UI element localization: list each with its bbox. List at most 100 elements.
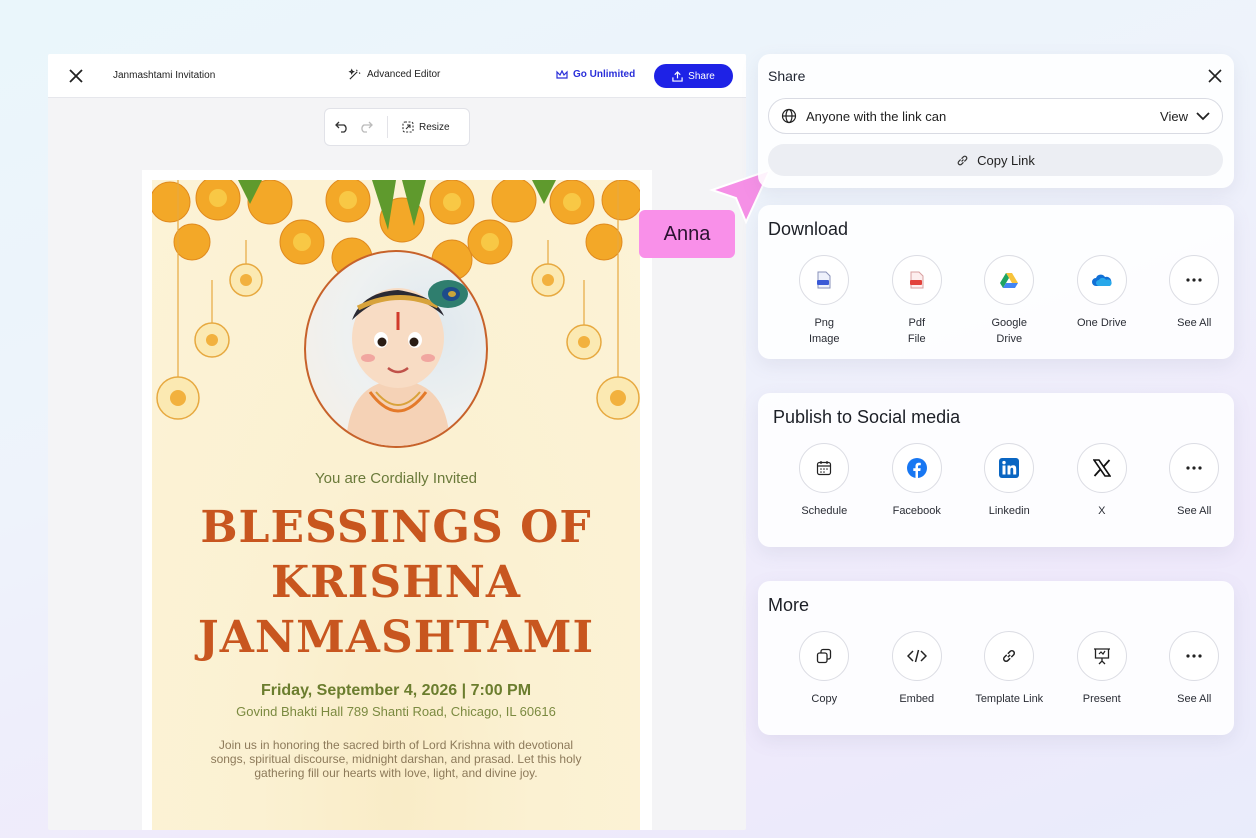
copy-link-label: Copy Link <box>977 152 1035 168</box>
upload-icon <box>672 70 683 82</box>
download-title: Download <box>768 219 849 239</box>
more-icon <box>1186 278 1202 282</box>
share-panel: Share Anyone with the link can View Copy… <box>758 54 1234 188</box>
social-see-all-option[interactable]: See All <box>1148 443 1241 519</box>
download-onedrive-option[interactable]: One Drive <box>1056 255 1149 347</box>
more-panel: More Copy Embed Template Link Present Se… <box>758 581 1234 735</box>
template-link-label: Template Link <box>975 693 1044 705</box>
social-schedule-option[interactable]: Schedule <box>778 443 871 519</box>
event-date: Friday, September 4, 2026 | 7:00 PM <box>260 682 532 699</box>
calendar-icon <box>817 461 832 476</box>
canvas-frame: You are Cordially Invited Blessings of K… <box>142 170 652 830</box>
document-title[interactable]: Janmashtami Invitation <box>113 70 215 81</box>
close-icon[interactable] <box>1208 69 1222 83</box>
see-all-button[interactable] <box>1169 255 1220 305</box>
resize-button[interactable]: Resize <box>402 121 450 133</box>
pdf-label: Pdf File <box>907 317 926 345</box>
invitation-card[interactable]: You are Cordially Invited Blessings of K… <box>152 180 640 830</box>
child-krishna-illustration <box>346 280 468 446</box>
google-drive-label: Google Drive <box>991 317 1027 345</box>
present-button[interactable] <box>1076 631 1127 681</box>
see-all-label: See All <box>1177 693 1212 705</box>
copy-label: Copy <box>811 693 838 705</box>
download-google-drive-option[interactable]: Google Drive <box>963 255 1056 347</box>
template-link-button[interactable] <box>984 631 1035 681</box>
resize-label: Resize <box>419 121 450 133</box>
copy-icon <box>817 648 832 664</box>
embed-label: Embed <box>899 693 935 705</box>
facebook-label: Facebook <box>892 505 941 517</box>
share-button-label: Share <box>688 70 715 82</box>
invitation-headline: Blessings of Krishna Janmashtami <box>152 500 640 665</box>
social-facebook-option[interactable]: Facebook <box>871 443 964 519</box>
download-panel: Download Png Image Pdf File Google Drive… <box>758 205 1234 359</box>
event-description: Join us in honoring the sacred birth of … <box>210 738 582 780</box>
krishna-portrait <box>304 250 488 448</box>
linkedin-button[interactable] <box>984 443 1035 493</box>
pdf-button[interactable] <box>891 255 942 305</box>
x-button[interactable] <box>1076 443 1127 493</box>
see-all-button[interactable] <box>1169 443 1220 493</box>
link-access-select[interactable]: Anyone with the link can View <box>768 98 1223 134</box>
facebook-icon <box>906 458 927 478</box>
linkedin-label: Linkedin <box>988 505 1030 517</box>
more-title: More <box>768 595 810 615</box>
undo-icon[interactable] <box>335 121 349 133</box>
share-panel-title: Share <box>768 68 806 84</box>
copy-link-button[interactable]: Copy Link <box>768 144 1223 176</box>
more-see-all-option[interactable]: See All <box>1148 631 1241 707</box>
schedule-button[interactable] <box>799 443 850 493</box>
present-label: Present <box>1082 693 1121 705</box>
headline-line-3: Janmashtami <box>197 612 595 663</box>
more-copy-option[interactable]: Copy <box>778 631 871 707</box>
chevron-down-icon <box>1196 111 1210 120</box>
google-drive-button[interactable] <box>984 255 1035 305</box>
onedrive-icon <box>1091 274 1112 286</box>
toolbar-divider <box>387 116 388 138</box>
google-drive-icon <box>1000 273 1019 288</box>
copy-button[interactable] <box>799 631 850 681</box>
advanced-editor-label: Advanced Editor <box>367 69 441 80</box>
social-title: Publish to Social media <box>773 407 961 427</box>
more-present-option[interactable]: Present <box>1056 631 1149 707</box>
redo-icon[interactable] <box>359 121 373 133</box>
download-pdf-option[interactable]: Pdf File <box>871 255 964 347</box>
code-icon <box>906 649 927 663</box>
schedule-label: Schedule <box>801 505 848 517</box>
magic-wand-icon <box>348 68 361 80</box>
go-unlimited-label: Go Unlimited <box>573 69 636 80</box>
png-button[interactable] <box>799 255 850 305</box>
onedrive-button[interactable] <box>1076 255 1127 305</box>
png-file-icon <box>817 271 831 289</box>
embed-button[interactable] <box>891 631 942 681</box>
pdf-file-icon <box>909 271 924 289</box>
close-icon[interactable] <box>68 68 84 84</box>
more-embed-option[interactable]: Embed <box>871 631 964 707</box>
editor-panel: Janmashtami Invitation Advanced Editor G… <box>48 54 746 830</box>
social-x-option[interactable]: X <box>1056 443 1149 519</box>
more-template-link-option[interactable]: Template Link <box>963 631 1056 707</box>
headline-line-2: Krishna <box>270 557 522 608</box>
share-button[interactable]: Share <box>654 64 733 88</box>
more-icon <box>1186 466 1202 470</box>
headline-line-1: Blessings of <box>200 502 592 553</box>
advanced-editor-button[interactable]: Advanced Editor <box>348 68 440 81</box>
collaborator-name-tag: Anna <box>639 210 735 258</box>
see-all-button[interactable] <box>1169 631 1220 681</box>
download-png-option[interactable]: Png Image <box>778 255 871 347</box>
onedrive-label: One Drive <box>1076 317 1127 329</box>
facebook-button[interactable] <box>891 443 942 493</box>
download-see-all-option[interactable]: See All <box>1148 255 1241 347</box>
social-linkedin-option[interactable]: Linkedin <box>963 443 1056 519</box>
linkedin-icon <box>999 458 1020 478</box>
event-venue: Govind Bhakti Hall 789 Shanti Road, Chic… <box>236 704 556 719</box>
x-icon <box>1092 459 1111 477</box>
editor-header: Janmashtami Invitation Advanced Editor G… <box>48 54 746 98</box>
link-icon <box>1003 650 1016 662</box>
x-label: X <box>1098 505 1106 517</box>
more-icon <box>1186 654 1202 658</box>
see-all-label: See All <box>1177 317 1212 329</box>
invitation-subtitle: You are Cordially Invited <box>314 470 478 487</box>
link-permission-value[interactable]: View <box>1160 109 1188 124</box>
go-unlimited-button[interactable]: Go Unlimited <box>556 69 635 80</box>
